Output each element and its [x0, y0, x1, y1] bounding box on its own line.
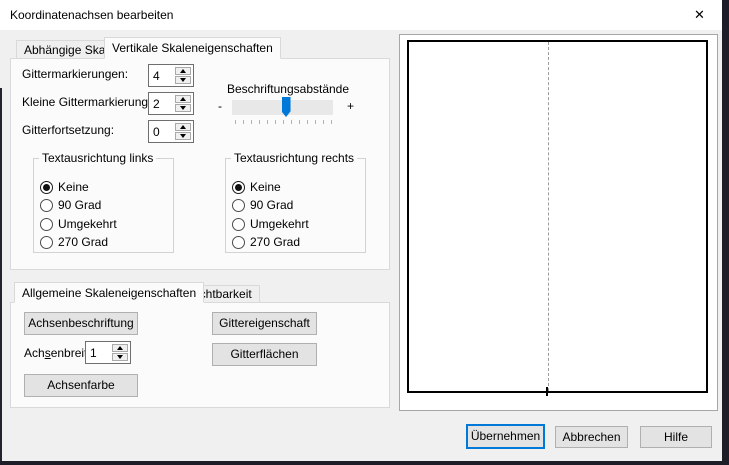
spin-up-button[interactable]	[175, 95, 191, 103]
radio-rechts-270-grad[interactable]: 270 Grad	[232, 234, 300, 250]
radio-links-keine[interactable]: Keine	[40, 179, 89, 195]
preview-axis-tick	[546, 387, 548, 396]
radio-icon	[40, 199, 53, 212]
desktop-edge	[0, 88, 2, 461]
achsenbreite-value: 1	[90, 346, 97, 360]
radio-icon	[40, 181, 53, 194]
arrow-up-icon	[117, 346, 123, 350]
radio-rechts-umgekehrt[interactable]: Umgekehrt	[232, 216, 309, 232]
arrow-down-icon	[180, 134, 186, 138]
radio-links-90-grad[interactable]: 90 Grad	[40, 197, 101, 213]
arrow-down-icon	[180, 78, 186, 82]
preview-dashed-axis-line	[548, 42, 549, 391]
tab-vertikale-skaleneigenschaften[interactable]: Vertikale Skaleneigenschaften	[104, 37, 281, 59]
spin-down-button[interactable]	[112, 353, 128, 361]
kleine-gittermarkierungen-stepper[interactable]: 2	[148, 92, 194, 115]
arrow-up-icon	[180, 69, 186, 73]
radio-rechts-keine[interactable]: Keine	[232, 179, 281, 195]
gittermarkierungen-stepper[interactable]: 4	[148, 64, 194, 87]
arrow-down-icon	[117, 355, 123, 359]
slider-minus-label: -	[218, 99, 222, 113]
uebernehmen-button[interactable]: Übernehmen	[466, 424, 545, 449]
slider-plus-label: +	[347, 99, 354, 113]
window-title: Koordinatenachsen bearbeiten	[10, 0, 173, 30]
achsenbeschriftung-button[interactable]: Achsenbeschriftung	[24, 312, 138, 335]
spin-down-button[interactable]	[175, 76, 191, 84]
slider-ticks	[235, 120, 333, 124]
textausrichtung-rechts-group: Textausrichtung rechts Keine 90 Grad Umg…	[225, 158, 366, 253]
gittermarkierungen-value: 4	[153, 69, 160, 83]
slider-thumb[interactable]	[282, 97, 291, 117]
radio-icon	[232, 218, 245, 231]
dialog-koordinatenachsen: Koordinatenachsen bearbeiten ✕ Abhängige…	[0, 0, 722, 461]
textausrichtung-links-legend: Textausrichtung links	[39, 151, 156, 165]
radio-icon	[40, 236, 53, 249]
preview-plot-frame	[407, 40, 708, 393]
gitterfortsetzung-label: Gitterfortsetzung:	[22, 123, 114, 137]
spin-up-button[interactable]	[112, 344, 128, 352]
radio-links-umgekehrt[interactable]: Umgekehrt	[40, 216, 117, 232]
hilfe-button[interactable]: Hilfe	[640, 426, 712, 448]
kleine-gittermarkierungen-value: 2	[153, 97, 160, 111]
radio-icon	[40, 218, 53, 231]
radio-icon	[232, 181, 245, 194]
spin-down-button[interactable]	[175, 132, 191, 140]
radio-icon	[232, 236, 245, 249]
textausrichtung-rechts-legend: Textausrichtung rechts	[231, 151, 357, 165]
achsenbreite-stepper[interactable]: 1	[85, 341, 131, 364]
textausrichtung-links-group: Textausrichtung links Keine 90 Grad Umge…	[33, 158, 174, 253]
titlebar: Koordinatenachsen bearbeiten ✕	[0, 0, 722, 30]
radio-links-270-grad[interactable]: 270 Grad	[40, 234, 108, 250]
axis-preview	[399, 34, 718, 411]
kleine-gittermarkierungen-label: Kleine Gittermarkierungen:	[22, 95, 165, 109]
tab-allgemeine-skaleneigenschaften[interactable]: Allgemeine Skaleneigenschaften	[14, 282, 204, 303]
achsenfarbe-button[interactable]: Achsenfarbe	[24, 374, 138, 397]
beschriftungsabstaende-slider[interactable]	[232, 100, 333, 115]
gitterfortsetzung-value: 0	[153, 125, 160, 139]
spin-down-button[interactable]	[175, 104, 191, 112]
gitterflaechen-button[interactable]: Gitterflächen	[212, 343, 317, 366]
arrow-up-icon	[180, 125, 186, 129]
gittereigenschaft-button[interactable]: Gittereigenschaft	[212, 312, 317, 335]
spin-up-button[interactable]	[175, 123, 191, 131]
close-button[interactable]: ✕	[677, 0, 722, 30]
spin-up-button[interactable]	[175, 67, 191, 75]
arrow-down-icon	[180, 106, 186, 110]
arrow-up-icon	[180, 97, 186, 101]
close-icon: ✕	[694, 7, 705, 22]
gittermarkierungen-label: Gittermarkierungen:	[22, 67, 128, 81]
radio-rechts-90-grad[interactable]: 90 Grad	[232, 197, 293, 213]
gitterfortsetzung-stepper[interactable]: 0	[148, 120, 194, 143]
abbrechen-button[interactable]: Abbrechen	[555, 426, 628, 448]
beschriftungsabstaende-label: Beschriftungsabstände	[218, 82, 358, 96]
radio-icon	[232, 199, 245, 212]
